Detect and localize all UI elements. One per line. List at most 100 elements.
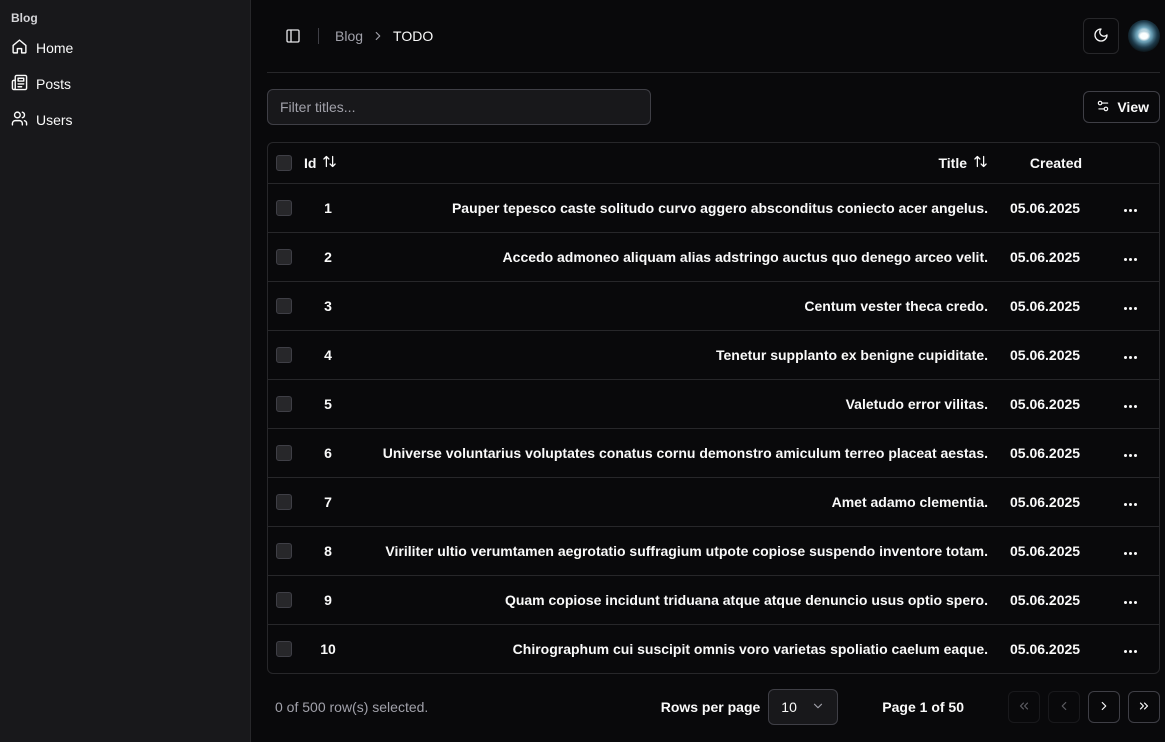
- more-horizontal-icon[interactable]: [1120, 499, 1141, 510]
- row-title: Universe voluntarius voluptates conatus …: [382, 444, 988, 461]
- table-row[interactable]: 1 Pauper tepesco caste solitudo curvo ag…: [268, 183, 1159, 232]
- home-icon: [11, 38, 28, 58]
- more-horizontal-icon[interactable]: [1120, 597, 1141, 608]
- next-page-button[interactable]: [1088, 691, 1120, 723]
- row-id: 9: [324, 591, 332, 608]
- divider: [318, 28, 319, 44]
- row-title: Valetudo error vilitas.: [845, 395, 988, 412]
- arrow-up-down-icon: [973, 154, 988, 172]
- sidebar-toggle-icon[interactable]: [283, 26, 303, 46]
- row-id: 3: [324, 297, 332, 314]
- table-row[interactable]: 8 Viriliter ultio verumtamen aegrotatio …: [268, 526, 1159, 575]
- chevron-right-icon: [371, 29, 385, 43]
- theme-toggle-button[interactable]: [1083, 18, 1119, 54]
- row-title: Centum vester theca credo.: [804, 297, 988, 314]
- row-created: 05.06.2025: [1010, 444, 1081, 461]
- row-checkbox[interactable]: [276, 199, 292, 216]
- more-horizontal-icon[interactable]: [1120, 401, 1141, 412]
- select-all-checkbox[interactable]: [276, 154, 292, 171]
- sidebar-item-label: Users: [36, 112, 73, 128]
- row-title: Pauper tepesco caste solitudo curvo agge…: [451, 199, 988, 216]
- row-checkbox[interactable]: [276, 591, 292, 608]
- row-title: Accedo admoneo aliquam alias adstringo a…: [502, 248, 988, 265]
- sidebar-item-home[interactable]: Home: [8, 30, 242, 66]
- row-checkbox[interactable]: [276, 297, 292, 314]
- row-id: 2: [324, 248, 332, 265]
- filter-titles-input[interactable]: [267, 89, 651, 125]
- sidebar-item-posts[interactable]: Posts: [8, 66, 242, 102]
- sort-title-button[interactable]: Title: [938, 154, 988, 172]
- users-icon: [11, 110, 28, 130]
- moon-icon: [1093, 27, 1109, 46]
- row-title: Chirographum cui suscipit omnis voro var…: [512, 640, 988, 657]
- sort-id-button[interactable]: Id: [304, 154, 337, 172]
- more-horizontal-icon[interactable]: [1120, 352, 1141, 363]
- avatar[interactable]: [1128, 20, 1160, 52]
- chevron-right-icon: [1097, 699, 1111, 716]
- row-created: 05.06.2025: [1010, 297, 1081, 314]
- row-checkbox[interactable]: [276, 493, 292, 510]
- data-table: Id Title Created 1 Pauper tepesco caste …: [267, 142, 1160, 674]
- page-info: Page 1 of 50: [882, 699, 964, 715]
- row-title: Quam copiose incidunt triduana atque atq…: [504, 591, 988, 608]
- table-row[interactable]: 5 Valetudo error vilitas. 05.06.2025: [268, 379, 1159, 428]
- more-horizontal-icon[interactable]: [1120, 646, 1141, 657]
- rows-per-page-value: 10: [781, 699, 797, 715]
- table-row[interactable]: 7 Amet adamo clementia. 05.06.2025: [268, 477, 1159, 526]
- row-created: 05.06.2025: [1010, 640, 1081, 657]
- chevrons-right-icon: [1137, 699, 1151, 716]
- row-checkbox[interactable]: [276, 444, 292, 461]
- row-id: 8: [324, 542, 332, 559]
- breadcrumb-link-blog[interactable]: Blog: [335, 28, 363, 44]
- top-bar: Blog TODO: [267, 0, 1160, 73]
- row-id: 7: [324, 493, 332, 510]
- row-created: 05.06.2025: [1010, 542, 1081, 559]
- row-title: Viriliter ultio verumtamen aegrotatio su…: [385, 542, 988, 559]
- row-id: 6: [324, 444, 332, 461]
- table-row[interactable]: 10 Chirographum cui suscipit omnis voro …: [268, 624, 1159, 673]
- sidebar-item-label: Home: [36, 40, 74, 56]
- row-checkbox[interactable]: [276, 542, 292, 559]
- sidebar-item-users[interactable]: Users: [8, 102, 242, 138]
- last-page-button[interactable]: [1128, 691, 1160, 723]
- sliders-icon: [1096, 99, 1110, 116]
- row-created: 05.06.2025: [1010, 493, 1081, 510]
- table-row[interactable]: 2 Accedo admoneo aliquam alias adstringo…: [268, 232, 1159, 281]
- table-row[interactable]: 3 Centum vester theca credo. 05.06.2025: [268, 281, 1159, 330]
- row-checkbox[interactable]: [276, 248, 292, 265]
- row-title: Tenetur supplanto ex benigne cupiditate.: [716, 346, 988, 363]
- view-options-button[interactable]: View: [1083, 91, 1160, 123]
- row-id: 4: [324, 346, 332, 363]
- newspaper-icon: [11, 74, 28, 94]
- column-header-created: Created: [1029, 154, 1083, 171]
- arrow-up-down-icon: [322, 154, 337, 172]
- table-toolbar: View: [267, 89, 1160, 125]
- more-horizontal-icon[interactable]: [1120, 450, 1141, 461]
- breadcrumb-current: TODO: [393, 28, 434, 44]
- row-created: 05.06.2025: [1010, 248, 1081, 265]
- row-id: 10: [320, 640, 336, 657]
- sidebar-group-label: Blog: [11, 11, 38, 25]
- more-horizontal-icon[interactable]: [1120, 548, 1141, 559]
- more-horizontal-icon[interactable]: [1120, 303, 1141, 314]
- pagination-footer: 0 of 500 row(s) selected. Rows per page …: [267, 689, 1160, 725]
- more-horizontal-icon[interactable]: [1120, 254, 1141, 265]
- row-id: 5: [324, 395, 332, 412]
- selected-count: 0 of 500 row(s) selected.: [275, 699, 429, 715]
- rows-per-page-label: Rows per page: [660, 699, 761, 715]
- previous-page-button[interactable]: [1048, 691, 1080, 723]
- table-row[interactable]: 9 Quam copiose incidunt triduana atque a…: [268, 575, 1159, 624]
- table-row[interactable]: 4 Tenetur supplanto ex benigne cupiditat…: [268, 330, 1159, 379]
- table-row[interactable]: 6 Universe voluntarius voluptates conatu…: [268, 428, 1159, 477]
- row-created: 05.06.2025: [1010, 395, 1081, 412]
- row-checkbox[interactable]: [276, 395, 292, 412]
- row-checkbox[interactable]: [276, 346, 292, 363]
- more-horizontal-icon[interactable]: [1120, 205, 1141, 216]
- rows-per-page-select[interactable]: 10: [768, 689, 839, 725]
- chevrons-left-icon: [1017, 699, 1031, 716]
- column-header-title: Title: [938, 154, 967, 171]
- table-header-row: Id Title Created: [268, 143, 1159, 183]
- first-page-button[interactable]: [1008, 691, 1040, 723]
- row-checkbox[interactable]: [276, 640, 292, 657]
- sidebar: Blog Home Posts Users: [0, 0, 251, 742]
